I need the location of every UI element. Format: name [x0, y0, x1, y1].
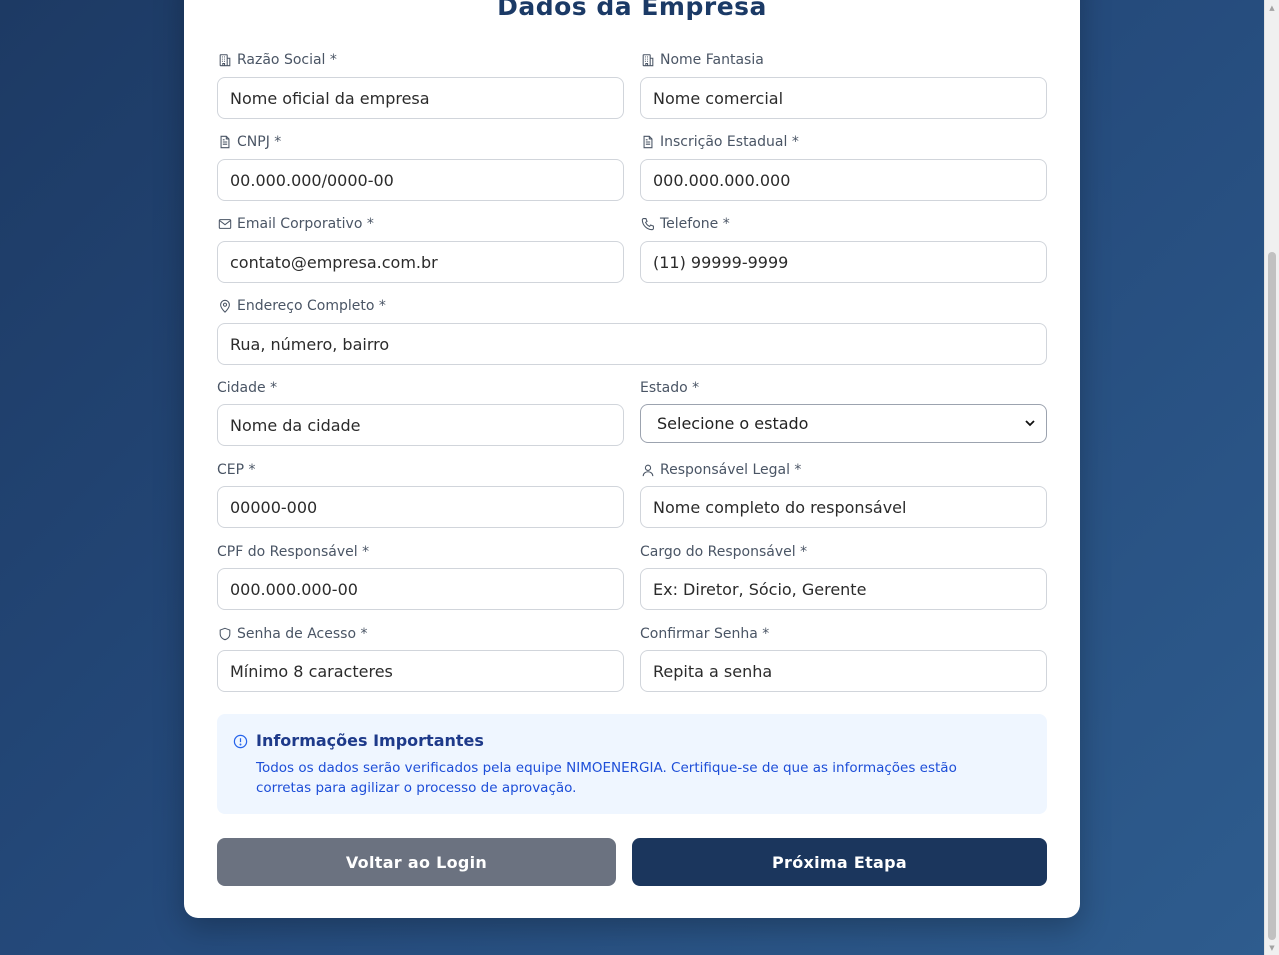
info-icon	[233, 734, 248, 749]
razao-social-label: Razão Social *	[237, 52, 337, 68]
senha-label: Senha de Acesso *	[237, 626, 368, 642]
cpf-label: CPF do Responsável *	[217, 544, 370, 560]
razao-social-field: Razão Social *	[217, 51, 624, 119]
document-icon	[640, 135, 655, 150]
telefone-field: Telefone *	[640, 215, 1047, 283]
map-pin-icon	[217, 299, 232, 314]
razao-social-input[interactable]	[217, 77, 624, 119]
cpf-input[interactable]	[217, 568, 624, 610]
responsavel-field: Responsável Legal *	[640, 461, 1047, 528]
telefone-label: Telefone *	[660, 216, 730, 232]
building-icon	[640, 53, 655, 68]
estado-selected-value: Selecione o estado	[657, 414, 809, 433]
responsavel-label: Responsável Legal *	[660, 462, 802, 478]
nome-fantasia-field: Nome Fantasia	[640, 51, 1047, 119]
info-box: Informações Importantes Todos os dados s…	[217, 714, 1047, 814]
email-field: Email Corporativo *	[217, 215, 624, 283]
cargo-field: Cargo do Responsável *	[640, 543, 1047, 610]
cep-input[interactable]	[217, 486, 624, 528]
senha-field: Senha de Acesso *	[217, 625, 624, 692]
cidade-label: Cidade *	[217, 380, 278, 396]
confirmar-senha-label: Confirmar Senha *	[640, 626, 770, 642]
senha-input[interactable]	[217, 650, 624, 692]
cnpj-label: CNPJ *	[237, 134, 282, 150]
endereco-input[interactable]	[217, 323, 1047, 365]
info-text: Todos os dados serão verificados pela eq…	[256, 760, 957, 796]
back-to-login-button[interactable]: Voltar ao Login	[217, 838, 616, 886]
email-input[interactable]	[217, 241, 624, 283]
nome-fantasia-label: Nome Fantasia	[660, 52, 764, 68]
inscricao-estadual-input[interactable]	[640, 159, 1047, 201]
estado-field: Estado * Selecione o estado	[640, 379, 1047, 443]
cnpj-field: CNPJ *	[217, 133, 624, 201]
info-title: Informações Importantes	[256, 731, 484, 750]
registration-card: Dados da Empresa Razão Social * Nome Fan…	[184, 0, 1080, 918]
nome-fantasia-input[interactable]	[640, 77, 1047, 119]
endereco-field: Endereço Completo *	[217, 297, 1047, 365]
cnpj-input[interactable]	[217, 159, 624, 201]
page-title: Dados da Empresa	[497, 0, 767, 21]
mail-icon	[217, 217, 232, 232]
document-icon	[217, 135, 232, 150]
responsavel-input[interactable]	[640, 486, 1047, 528]
cargo-label: Cargo do Responsável *	[640, 544, 808, 560]
inscricao-estadual-field: Inscrição Estadual *	[640, 133, 1047, 201]
cargo-input[interactable]	[640, 568, 1047, 610]
estado-label: Estado *	[640, 380, 700, 396]
cidade-input[interactable]	[217, 404, 624, 446]
cpf-field: CPF do Responsável *	[217, 543, 624, 610]
scroll-down-icon[interactable]: ▼	[1265, 940, 1279, 955]
email-label: Email Corporativo *	[237, 216, 374, 232]
inscricao-estadual-label: Inscrição Estadual *	[660, 134, 799, 150]
cep-field: CEP *	[217, 461, 624, 528]
confirmar-senha-field: Confirmar Senha *	[640, 625, 1047, 692]
estado-select[interactable]: Selecione o estado	[640, 404, 1047, 443]
user-icon	[640, 463, 655, 478]
endereco-label: Endereço Completo *	[237, 298, 386, 314]
cep-label: CEP *	[217, 462, 256, 478]
phone-icon	[640, 217, 655, 232]
chevron-down-icon	[1024, 414, 1036, 433]
confirmar-senha-input[interactable]	[640, 650, 1047, 692]
building-icon	[217, 53, 232, 68]
scrollbar-thumb[interactable]	[1268, 252, 1276, 940]
scroll-up-icon[interactable]: ▲	[1265, 0, 1279, 15]
page-scrollbar[interactable]: ▲ ▼	[1264, 0, 1279, 955]
next-step-button[interactable]: Próxima Etapa	[632, 838, 1047, 886]
cidade-field: Cidade *	[217, 379, 624, 446]
shield-icon	[217, 627, 232, 642]
telefone-input[interactable]	[640, 241, 1047, 283]
